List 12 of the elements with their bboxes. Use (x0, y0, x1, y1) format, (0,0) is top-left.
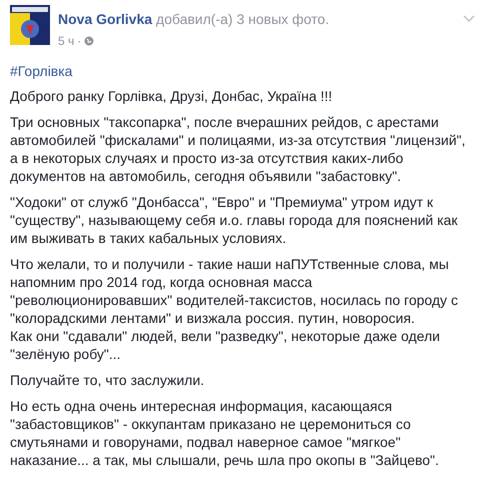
separator-text: · (77, 33, 82, 50)
post-paragraph: Получайте то, что заслужили. (10, 371, 206, 389)
globe-icon (84, 36, 94, 46)
post-paragraph: "Ходоки" от служб "Донбасса", "Евро" и "Премиума" утром идут к "существу", называющему себя и.о. главы города для пояснений как им выживать в таких кабальных условиях. (10, 193, 458, 247)
post-action-text: добавил(-а) 3 новых фото. (156, 11, 330, 27)
author-link[interactable]: Nova Gorlivka (58, 11, 152, 27)
post-paragraph: Что желали, то и получили - такие наши наПУТственные слова, мы напомним про 2014 год, когда основная масса "революционировавших" водителей-таксистов, носилась по городу с "колорадскими лентами" и визжала россия. путин, новоросия. Как они "сдавали" людей, вели "разведку", некоторые даже одели "зелёную робу"... (10, 255, 459, 363)
logo-icon[interactable] (10, 5, 50, 45)
post-paragraph: Но есть одна очень интересная информация, касающаяся "забастовщиков" - оккупантам приказано не церемониться со смутьянами и говорунами, подвал наверное самое "мягкое" наказание... а так, мы слышали, речь шла про окопы в "Зайцево". (10, 397, 440, 469)
post-paragraph: Доброго ранку Горлівка, Друзі, Донбас, Україна !!! (10, 87, 334, 105)
hashtag-link[interactable]: #Горлівка (10, 62, 477, 80)
post-paragraph: Три основных "таксопарка", после вчерашних рейдов, с арестами автомобилей "фискалами" и полицаями, из-за отсутствия "лицензий", а в некоторых случаях и просто из-за отсутствия каких-либо документов на автомобиль, сегодня объявили "забастовку". (10, 113, 466, 185)
